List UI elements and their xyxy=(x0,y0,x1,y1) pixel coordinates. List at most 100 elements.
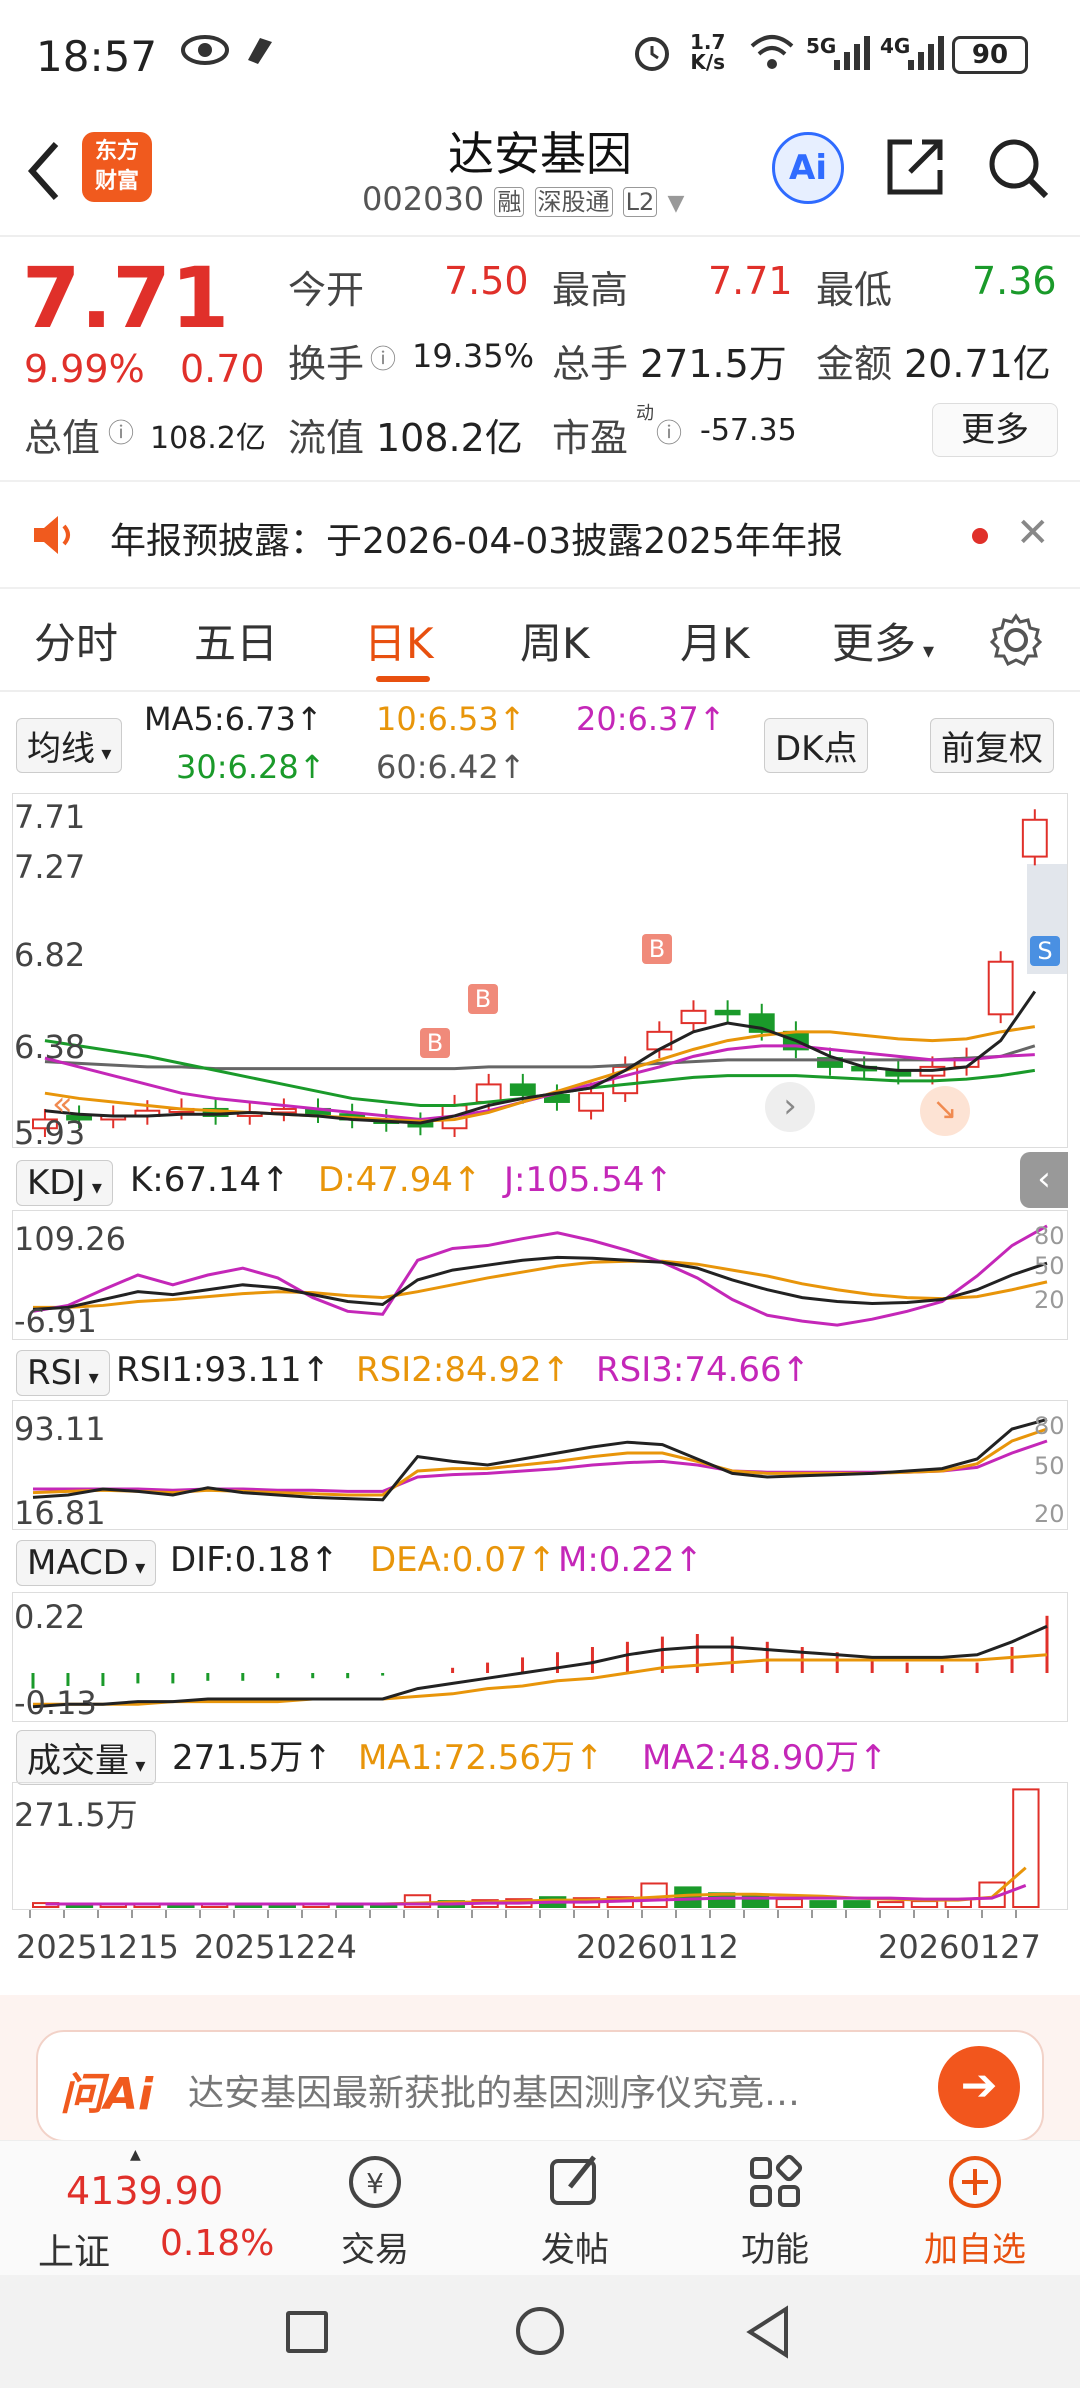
index-percent[interactable]: 0.18% xyxy=(160,2223,274,2264)
nav-function[interactable]: 功能 xyxy=(700,2151,850,2271)
nav-trade[interactable]: ¥ 交易 xyxy=(300,2151,450,2271)
notice-text: 年报预披露：于2026-04-03披露2025年年报 xyxy=(110,521,843,562)
kdj-j: J:105.54↑ xyxy=(504,1160,673,1200)
collapse-panel-icon[interactable]: ‹ xyxy=(1020,1152,1068,1208)
change-amount: 0.70 xyxy=(180,347,265,391)
margin-tag: 融 xyxy=(494,187,525,217)
sell-marker[interactable]: S xyxy=(1030,936,1060,966)
volume-bar xyxy=(809,1900,837,1909)
kdj-ref-50: 50 xyxy=(1034,1252,1065,1280)
tab-weekly-k[interactable]: 周K xyxy=(520,610,590,671)
nav-post[interactable]: 发帖 xyxy=(500,2151,650,2271)
date-label: 20251215 xyxy=(16,1928,179,1966)
close-icon[interactable]: ✕ xyxy=(1016,510,1050,556)
buy-marker[interactable]: B xyxy=(468,984,498,1014)
ma-selector[interactable]: 均线 ▾ xyxy=(16,718,123,773)
chevron-down-icon[interactable]: ▼ xyxy=(667,191,684,216)
info-icon[interactable]: ⓘ xyxy=(370,339,396,376)
rsi2: RSI2:84.92↑ xyxy=(356,1350,571,1390)
recent-apps-icon[interactable] xyxy=(286,2311,328,2353)
signal-5g-icon xyxy=(832,34,872,82)
volume-ma1: MA1:72.56万↑ xyxy=(358,1738,604,1778)
alarm-icon xyxy=(630,30,674,84)
macd-dif: DIF:0.18↑ xyxy=(170,1540,339,1580)
tab-indicator xyxy=(376,676,430,682)
tab-intraday[interactable]: 分时 xyxy=(34,610,118,671)
status-bar: 18:57 1.7 K/s 5G 4G 90 xyxy=(0,0,1080,110)
adjust-button[interactable]: 前复权 xyxy=(930,718,1054,773)
buy-marker[interactable]: B xyxy=(420,1028,450,1058)
kline-chart[interactable] xyxy=(12,793,1068,1148)
kline-y-label: 6.82 xyxy=(14,936,86,974)
rsi2-line xyxy=(32,1427,1048,1497)
tab-more[interactable]: 更多 ▾ xyxy=(832,610,934,671)
rsi-ref-80: 80 xyxy=(1034,1412,1065,1440)
ai-question-text: 达安基因最新获批的基因测序仪究竟… xyxy=(188,2073,801,2114)
nav-trade-label: 交易 xyxy=(341,2230,409,2270)
kdj-k: K:67.14↑ xyxy=(130,1160,290,1200)
turnover-value: 19.35% xyxy=(412,337,535,375)
date-ticks xyxy=(29,1910,1017,1918)
rsi1: RSI1:93.11↑ xyxy=(116,1350,331,1390)
volume-value: 271.5万↑ xyxy=(172,1738,332,1778)
tab-daily-k[interactable]: 日K xyxy=(364,610,434,671)
volume-bar xyxy=(877,1901,905,1908)
kdj-ref-20: 20 xyxy=(1034,1286,1065,1314)
mktcap-value: 108.2亿 xyxy=(150,421,266,456)
kline-plot xyxy=(32,809,1067,1137)
nav-add-watchlist[interactable]: 加自选 xyxy=(900,2151,1050,2271)
mktcap-label: 总值 xyxy=(24,416,101,460)
kline-y-label: 5.93 xyxy=(14,1114,86,1152)
info-icon[interactable]: ⓘ xyxy=(656,413,682,450)
macd-chart xyxy=(12,1592,1068,1722)
home-icon[interactable] xyxy=(516,2307,564,2355)
back-icon[interactable] xyxy=(744,2305,792,2363)
l2-tag[interactable]: L2 xyxy=(622,187,658,217)
gear-icon[interactable] xyxy=(988,612,1044,672)
candle xyxy=(509,1083,536,1096)
candle xyxy=(714,1009,741,1016)
status-time: 18:57 xyxy=(36,32,158,81)
macd-dea: DEA:0.07↑ xyxy=(370,1540,556,1580)
kdj-ref-80: 80 xyxy=(1034,1222,1065,1250)
volume-selector[interactable]: 成交量 ▾ xyxy=(16,1730,157,1785)
rsi1-line xyxy=(32,1417,1048,1502)
ai-question-box[interactable]: 问Ai 达安基因最新获批的基因测序仪究竟… ➔ xyxy=(36,2030,1044,2142)
share-icon[interactable] xyxy=(882,134,948,204)
signal-4g-icon xyxy=(906,34,946,82)
rsi-ref-20: 20 xyxy=(1034,1500,1065,1528)
macd-m: M:0.22↑ xyxy=(558,1540,703,1580)
info-icon[interactable]: ⓘ xyxy=(108,413,134,450)
candle xyxy=(475,1083,502,1103)
tab-monthly-k[interactable]: 月K xyxy=(680,610,750,671)
index-name[interactable]: 上证 xyxy=(38,2223,110,2275)
low-value: 7.36 xyxy=(972,259,1057,303)
rsi-selector[interactable]: RSI ▾ xyxy=(16,1350,110,1396)
more-button[interactable]: 更多 xyxy=(932,403,1058,457)
buy-marker[interactable]: B xyxy=(642,934,672,964)
macd-dea-line xyxy=(33,1653,1048,1706)
chevron-left-icon[interactable]: « xyxy=(52,1084,73,1124)
dk-point-button[interactable]: DK点 xyxy=(764,718,869,773)
chevron-right-icon[interactable]: › xyxy=(765,1082,815,1132)
search-icon[interactable] xyxy=(984,134,1052,206)
notice-bar[interactable]: 年报预披露：于2026-04-03披露2025年年报 ✕ xyxy=(0,480,1080,589)
rsi3-line xyxy=(33,1439,1048,1493)
ai-button[interactable]: Ai xyxy=(772,132,844,204)
tab-five-day[interactable]: 五日 xyxy=(194,610,278,671)
candle xyxy=(987,960,1014,1016)
kline-y-label: 7.71 xyxy=(14,798,86,836)
ma5-line xyxy=(44,990,1037,1125)
expand-icon[interactable]: ↘ xyxy=(920,1086,970,1136)
edit-icon xyxy=(550,2155,596,2205)
quote-panel: 7.71 9.99% 0.70 今开 7.50 最高 7.71 最低 7.36 … xyxy=(0,237,1080,477)
amount-value: 20.71亿 xyxy=(904,342,1051,386)
kdj-selector[interactable]: KDJ ▾ xyxy=(16,1160,113,1206)
ma10-value: 10:6.53↑ xyxy=(376,700,526,738)
macd-selector[interactable]: MACD ▾ xyxy=(16,1540,157,1586)
index-value[interactable]: 4139.90 xyxy=(66,2169,223,2213)
arrow-right-icon[interactable]: ➔ xyxy=(938,2046,1020,2128)
rsi3: RSI3:74.66↑ xyxy=(596,1350,811,1390)
kdj-d: D:47.94↑ xyxy=(318,1160,482,1200)
kline-y-label: 6.38 xyxy=(14,1028,86,1066)
